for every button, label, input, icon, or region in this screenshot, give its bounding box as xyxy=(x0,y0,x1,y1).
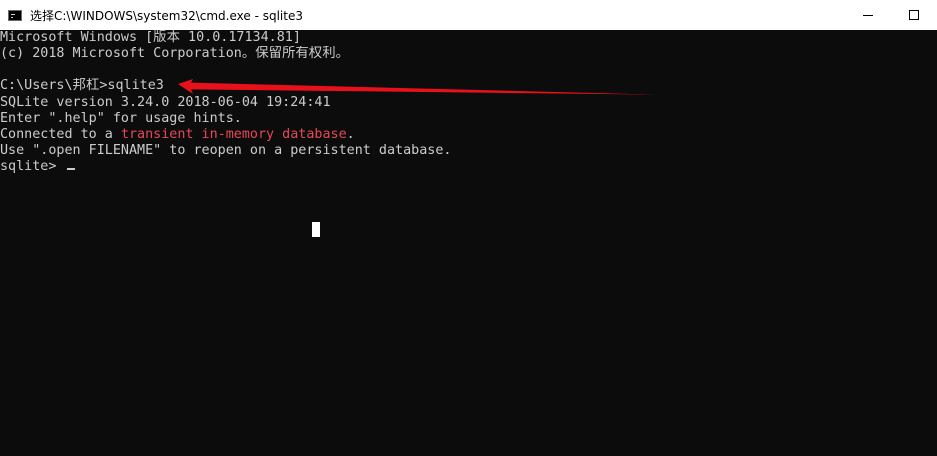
console-line-copyright: (c) 2018 Microsoft Corporation。保留所有权利。 xyxy=(0,46,349,62)
mouse-text-cursor xyxy=(312,222,320,237)
console-line-open-hint: Use ".open FILENAME" to reopen on a pers… xyxy=(0,142,452,158)
minimize-icon xyxy=(863,14,873,16)
connected-suffix: . xyxy=(346,126,355,142)
transient-database-highlight: transient in-memory database xyxy=(120,126,347,142)
console-line-command: C:\Users\邦杠>sqlite3 xyxy=(0,78,164,94)
console-line-connected: Connected to a transient in-memory datab… xyxy=(0,127,937,143)
text-caret xyxy=(66,168,75,171)
maximize-icon xyxy=(909,10,919,20)
sqlite-prompt-line[interactable]: sqlite> xyxy=(0,159,937,175)
minimize-button[interactable] xyxy=(845,0,891,30)
console-output[interactable]: Microsoft Windows [版本 10.0.17134.81] (c)… xyxy=(0,30,937,456)
console-line-help-hint: Enter ".help" for usage hints. xyxy=(0,110,242,126)
maximize-button[interactable] xyxy=(891,0,937,30)
title-bar[interactable]: 选择C:\WINDOWS\system32\cmd.exe - sqlite3 xyxy=(0,0,937,30)
sqlite-prompt: sqlite> xyxy=(0,159,65,175)
window-title: 选择C:\WINDOWS\system32\cmd.exe - sqlite3 xyxy=(30,8,303,23)
console-app-icon xyxy=(8,9,22,21)
console-line-version: Microsoft Windows [版本 10.0.17134.81] xyxy=(0,30,301,45)
connected-prefix: Connected to a xyxy=(0,126,121,142)
console-line-sqlite-version: SQLite version 3.24.0 2018-06-04 19:24:4… xyxy=(0,94,331,110)
